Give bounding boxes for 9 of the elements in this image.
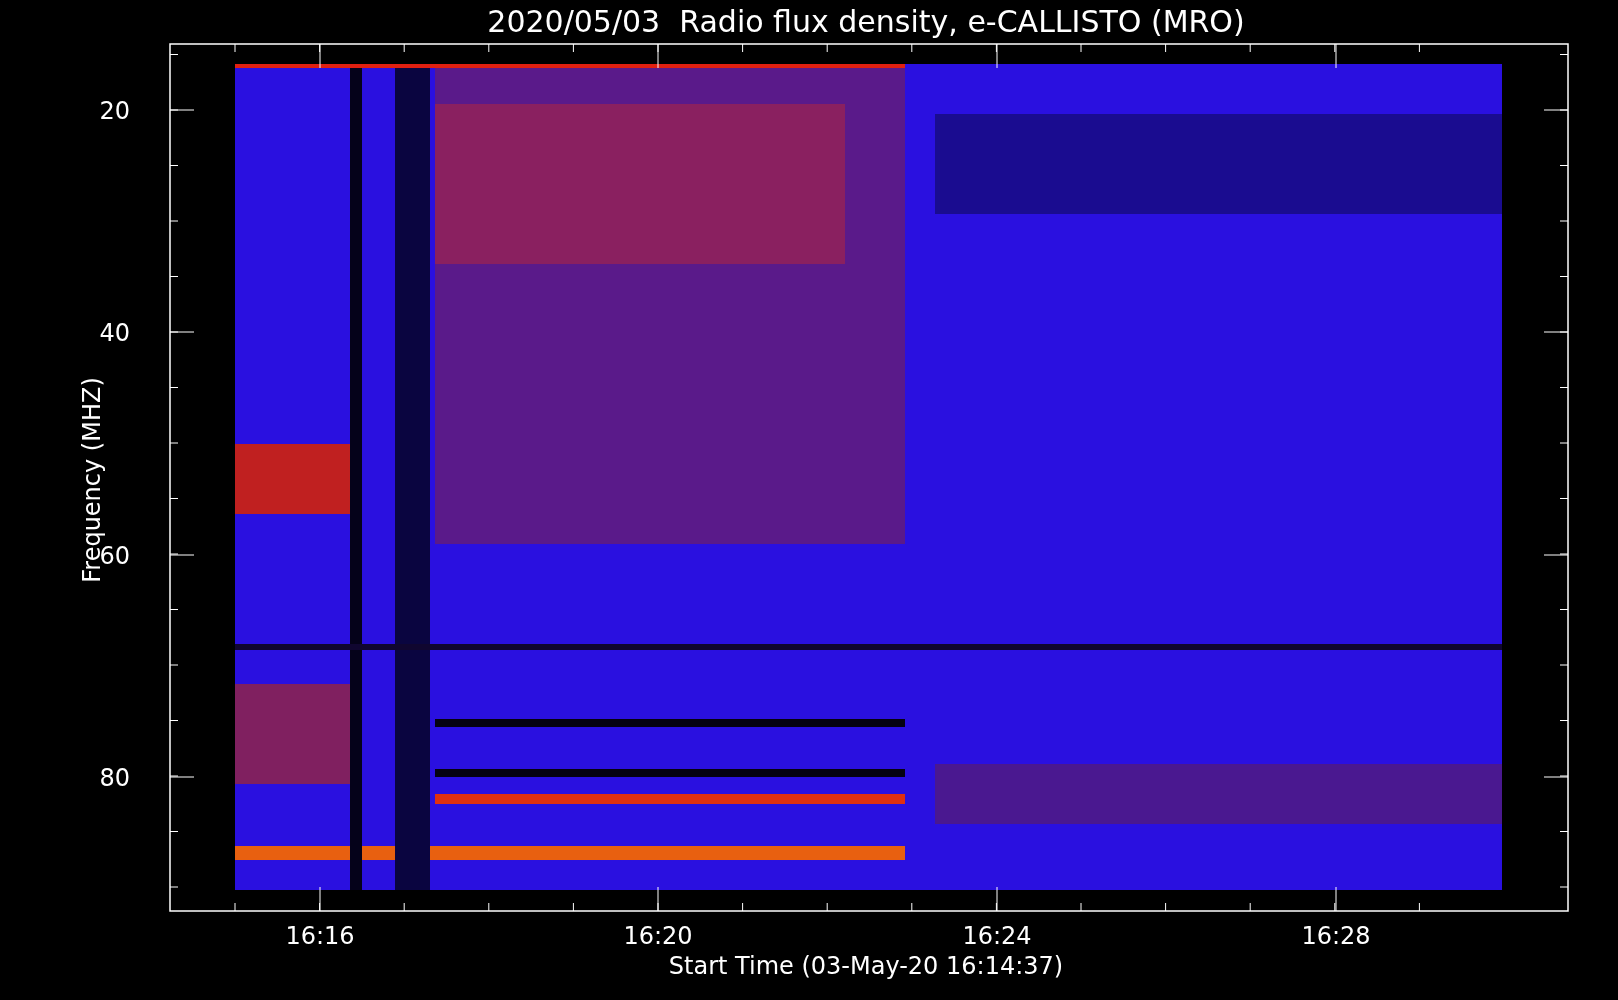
x-tick-label: 16:24 (962, 922, 1032, 950)
x-tick-label: 16:20 (623, 922, 693, 950)
y-tick-label: 40 (99, 319, 130, 347)
chart-title: 2020/05/03 Radio flux density, e-CALLISTO (MRO) (487, 4, 1245, 39)
x-axis-label: Start Time (03-May-20 16:14:37) (668, 952, 1064, 980)
y-tick-label: 80 (99, 764, 130, 792)
x-tick-label: 16:16 (285, 922, 355, 950)
x-tick-label: 16:28 (1301, 922, 1371, 950)
y-tick-label: 20 (99, 97, 130, 125)
